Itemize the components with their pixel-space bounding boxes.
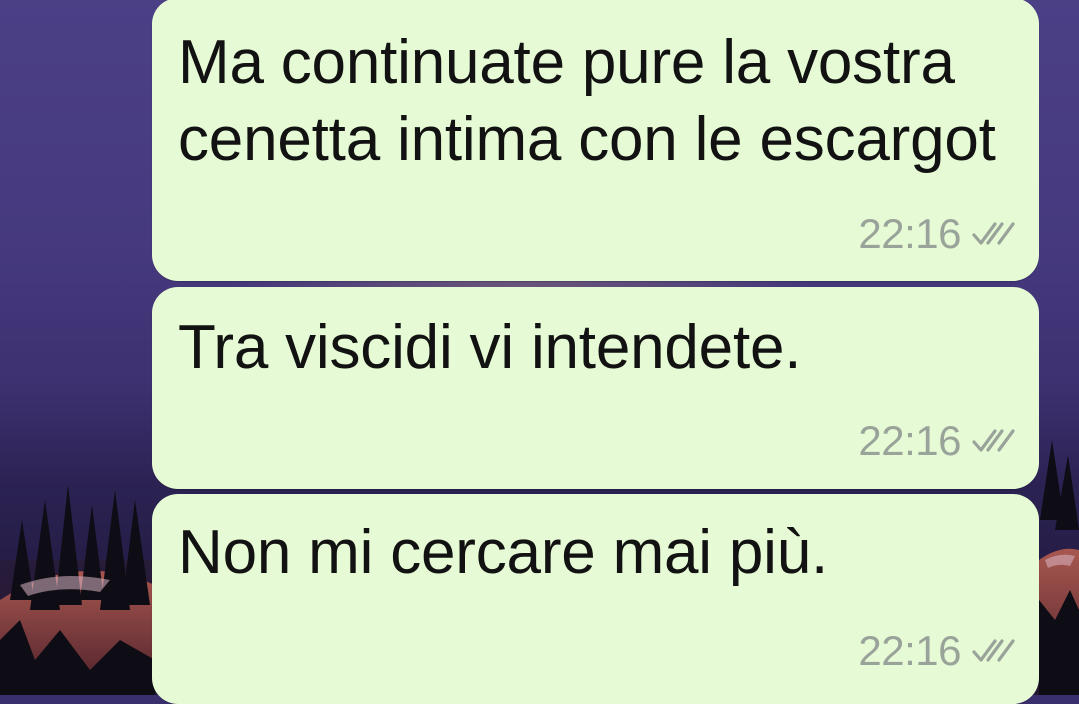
message-meta: 22:16 [858, 627, 1017, 675]
outgoing-message-bubble[interactable]: Ma continuate pure la vostra cenetta int… [152, 0, 1039, 281]
message-time: 22:16 [858, 627, 961, 674]
message-text: Non mi cercare mai più. [178, 518, 829, 587]
message-text: Ma continuate pure la vostra cenetta int… [178, 28, 996, 174]
double-check-icon [972, 222, 1015, 245]
message-time: 22:16 [858, 210, 961, 257]
chat-message-list[interactable]: Ma continuate pure la vostra cenetta int… [0, 0, 1079, 704]
message-text: Tra viscidi vi intendete. [178, 313, 802, 382]
message-time: 22:16 [858, 417, 961, 464]
message-meta: 22:16 [858, 210, 1017, 258]
message-meta: 22:16 [858, 417, 1017, 465]
double-check-icon [972, 429, 1015, 452]
outgoing-message-bubble[interactable]: Tra viscidi vi intendete. 22:16 [152, 287, 1039, 489]
double-check-icon [972, 639, 1015, 662]
outgoing-message-bubble[interactable]: Non mi cercare mai più. 22:16 [152, 494, 1039, 704]
